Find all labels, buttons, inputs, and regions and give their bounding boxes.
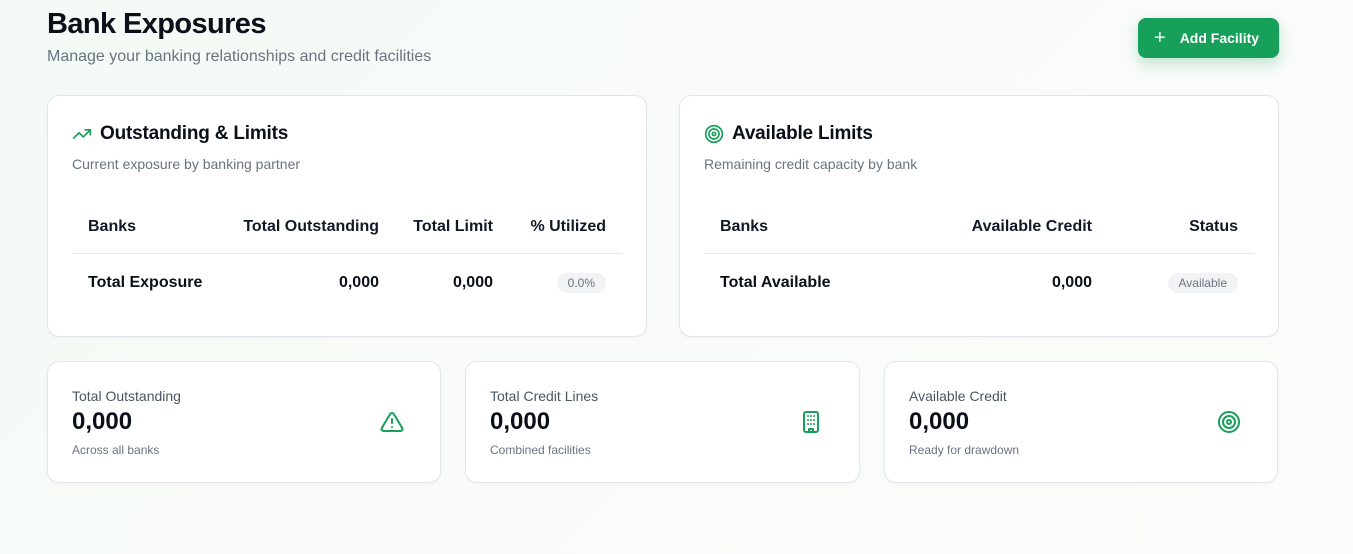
total-limit-value: 0,000 <box>452 274 493 291</box>
column-header-total-limit: Total Limit <box>413 217 493 235</box>
outstanding-limits-card: Outstanding & Limits Current exposure by… <box>47 95 647 337</box>
stat-value: 0,000 <box>909 408 970 435</box>
card-title: Available Limits <box>732 123 873 144</box>
stat-label: Total Credit Lines <box>490 388 599 404</box>
stat-value: 0,000 <box>490 408 551 435</box>
table-header: Banks Available Credit Status <box>704 200 1254 254</box>
outstanding-table: Banks Total Outstanding Total Limit % Ut… <box>72 200 622 312</box>
stat-note: Ready for drawdown <box>909 443 1020 457</box>
page-title: Bank Exposures <box>47 8 266 40</box>
utilized-badge: 0.0% <box>556 273 606 293</box>
table-header: Banks Total Outstanding Total Limit % Ut… <box>72 200 622 254</box>
stat-note: Combined facilities <box>490 443 591 457</box>
stat-card-available-credit: Available Credit 0,000 Ready for drawdow… <box>884 361 1278 483</box>
stat-card-total-credit-lines: Total Credit Lines 0,000 Combined facili… <box>465 361 860 483</box>
column-header-total-outstanding: Total Outstanding <box>243 217 379 235</box>
page-subtitle: Manage your banking relationships and cr… <box>47 48 432 65</box>
add-facility-label: Add Facility <box>1179 30 1260 46</box>
card-description: Current exposure by banking partner <box>72 156 301 172</box>
available-table: Banks Available Credit Status Total Avai… <box>704 200 1254 312</box>
total-outstanding-value: 0,000 <box>338 274 379 291</box>
column-header-banks: Banks <box>720 217 769 235</box>
column-header-utilized: % Utilized <box>530 217 606 235</box>
card-description: Remaining credit capacity by bank <box>704 156 918 172</box>
stat-card-total-outstanding: Total Outstanding 0,000 Across all banks <box>47 361 441 483</box>
available-limits-card: Available Limits Remaining credit capaci… <box>679 95 1279 337</box>
add-facility-button[interactable]: + Add Facility <box>1138 18 1279 58</box>
table-row: Total Available 0,000 Available <box>704 254 1254 312</box>
status-badge: Available <box>1167 273 1238 293</box>
target-icon <box>704 124 724 144</box>
page-header: Bank Exposures Manage your banking relat… <box>47 6 431 66</box>
building-icon <box>803 411 819 433</box>
total-available-label: Total Available <box>720 274 831 291</box>
total-available-value: 0,000 <box>1051 274 1092 291</box>
stat-note: Across all banks <box>72 443 160 457</box>
card-title: Outstanding & Limits <box>100 123 289 144</box>
total-exposure-label: Total Exposure <box>88 274 203 291</box>
target-icon <box>1218 411 1240 433</box>
stat-label: Available Credit <box>909 388 1007 404</box>
plus-icon: + <box>1154 27 1166 49</box>
stat-value: 0,000 <box>72 408 133 435</box>
table-row: Total Exposure 0,000 0,000 0.0% <box>72 254 622 312</box>
column-header-banks: Banks <box>88 217 137 235</box>
stat-label: Total Outstanding <box>72 388 181 404</box>
column-header-status: Status <box>1189 217 1238 235</box>
alert-triangle-icon <box>380 411 404 432</box>
column-header-available-credit: Available Credit <box>971 217 1092 235</box>
trending-up-icon <box>72 129 92 139</box>
